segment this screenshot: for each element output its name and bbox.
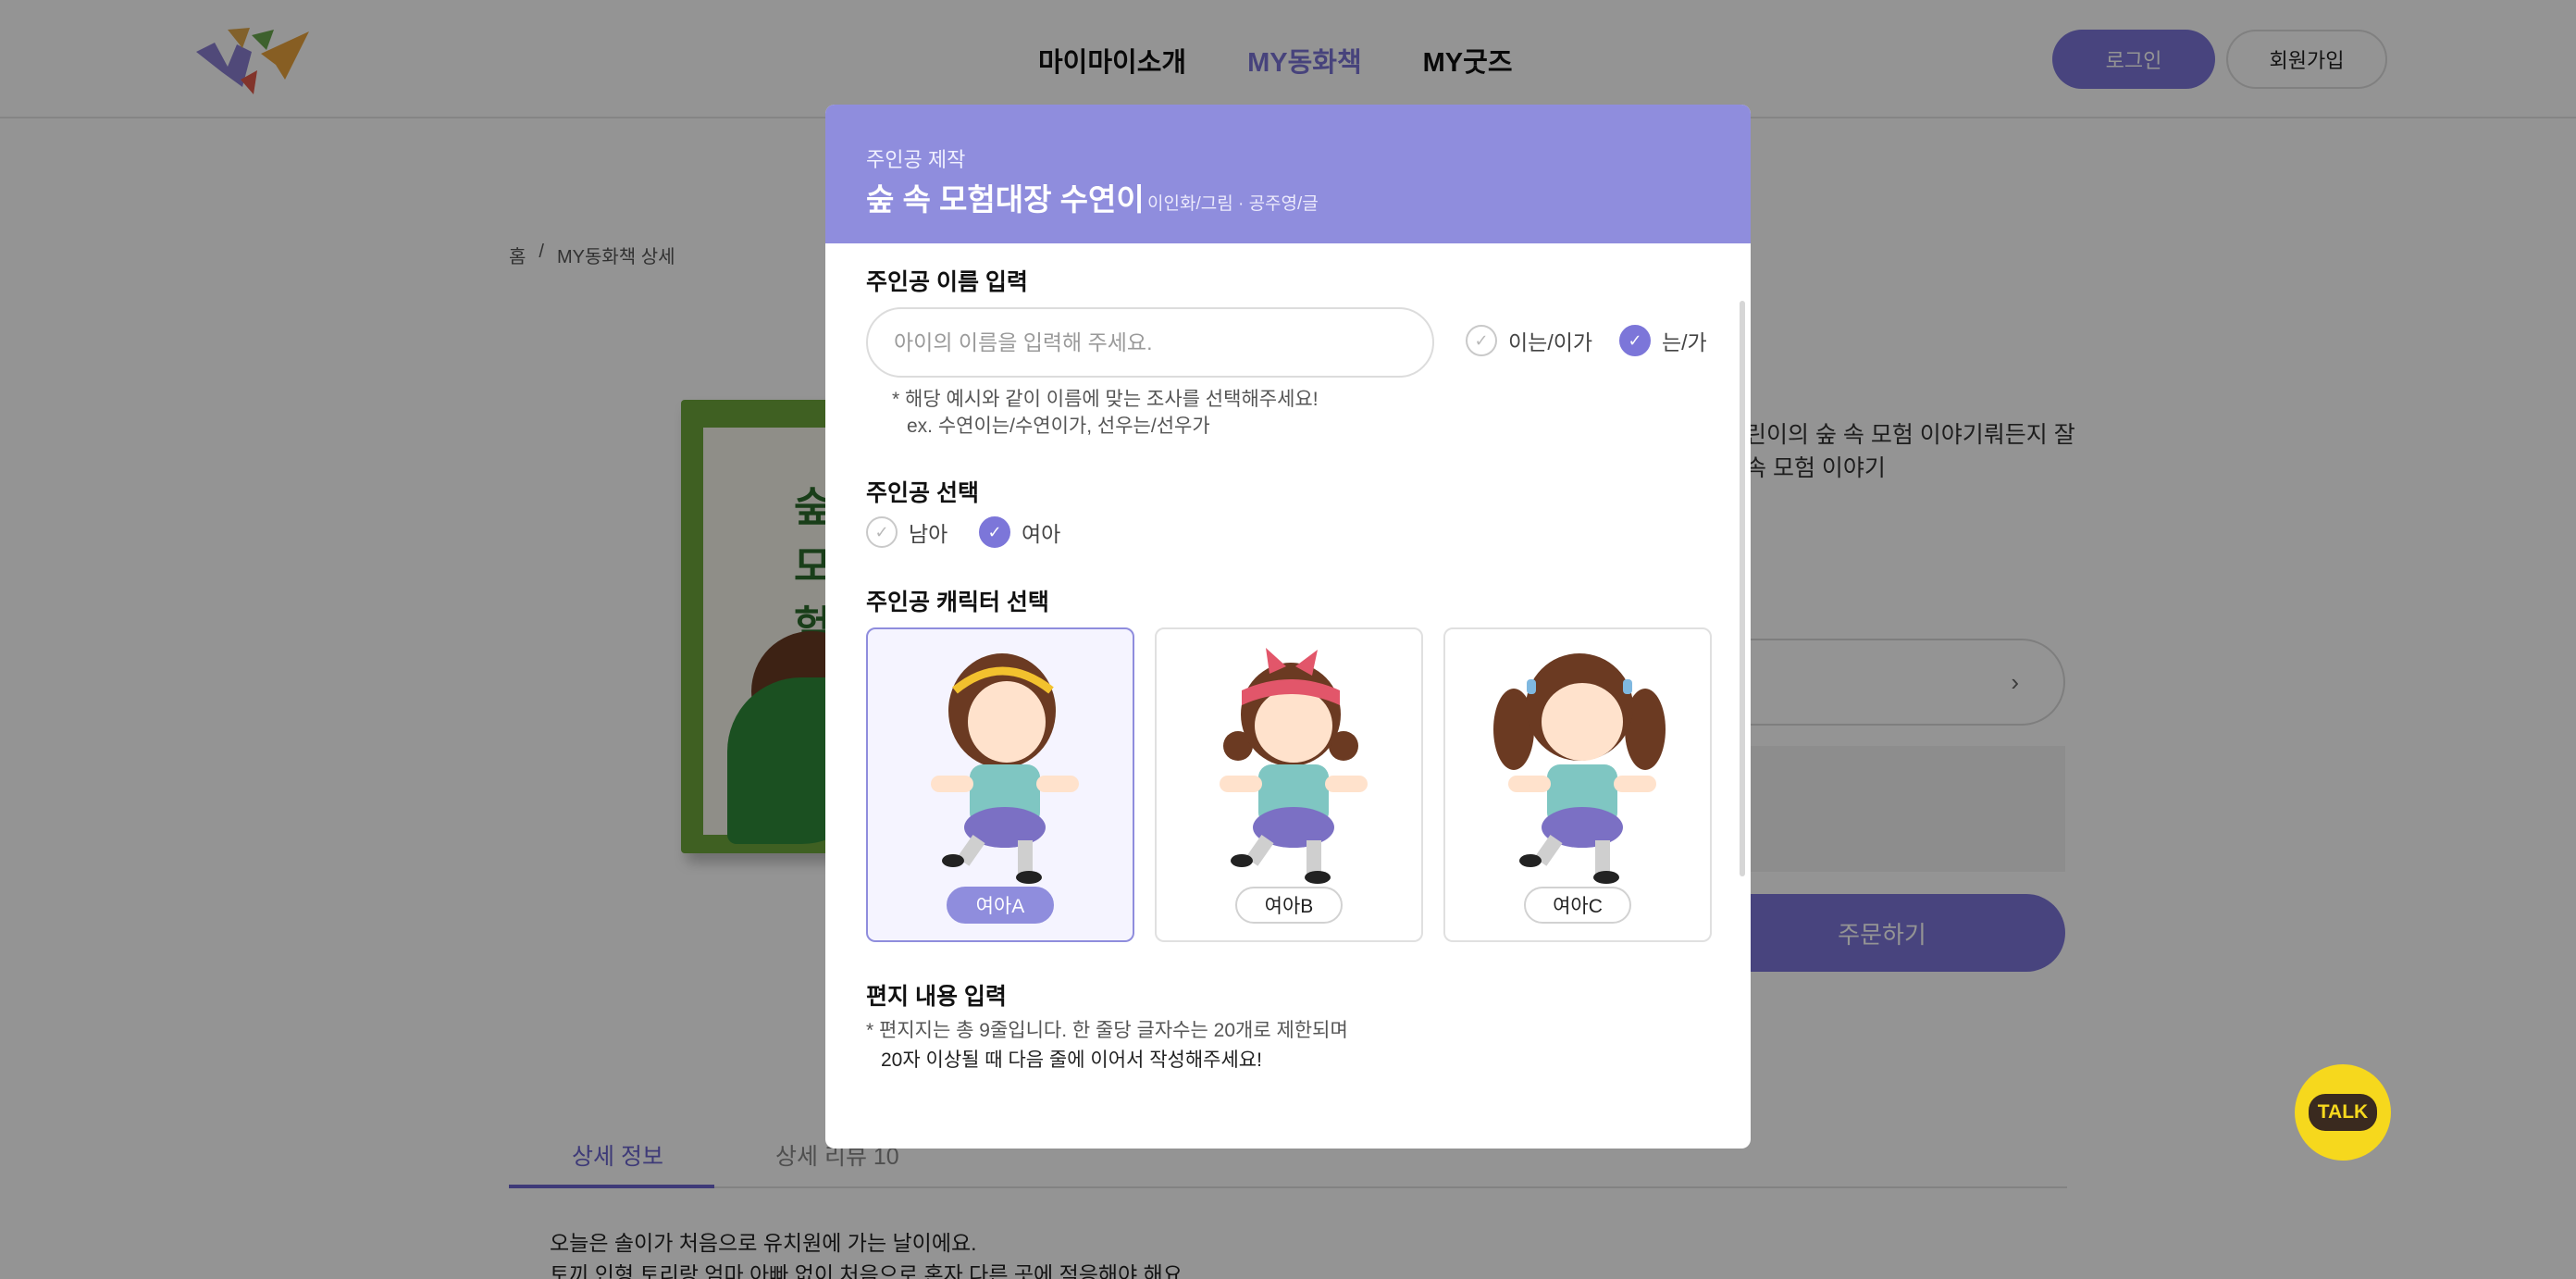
- girl-headband-icon: [931, 653, 1079, 884]
- character-label-c: 여아C: [1524, 887, 1631, 924]
- talk-icon: TALK: [2308, 1094, 2378, 1131]
- character-section-title: 주인공 캐릭터 선택: [866, 590, 1049, 615]
- letter-section-title: 편지 내용 입력: [866, 984, 1007, 1010]
- character-card-c[interactable]: 여아C: [1443, 627, 1712, 942]
- character-label-a: 여아A: [947, 887, 1054, 924]
- modal-scrollbar[interactable]: [1740, 301, 1745, 876]
- name-hint: * 해당 예시와 같이 이름에 맞는 조사를 선택해주세요! ex. 수연이는/…: [892, 389, 1319, 437]
- particle-option-neun[interactable]: ✓ 는/가: [1619, 325, 1707, 356]
- name-section-title: 주인공 이름 입력: [866, 269, 1028, 295]
- gender-section-title: 주인공 선택: [866, 480, 979, 506]
- name-input[interactable]: [866, 307, 1434, 378]
- particle-option-i[interactable]: ✓ 이는/이가: [1466, 325, 1592, 356]
- gender-option-boy[interactable]: ✓ 남아: [866, 516, 947, 548]
- girl-pigtails-icon: [1493, 653, 1666, 884]
- radio-unchecked-icon: ✓: [866, 516, 898, 548]
- checkbox-unchecked-icon: ✓: [1466, 325, 1497, 356]
- modal-author: 이인화/그림 · 공주영/글: [1147, 194, 1319, 214]
- letter-hint: * 편지지는 총 9줄입니다. 한 줄당 글자수는 20개로 제한되며 20자 …: [866, 1020, 1348, 1071]
- modal-title: 숲 속 모험대장 수연이: [866, 182, 1145, 217]
- character-creation-modal: 주인공 제작 숲 속 모험대장 수연이 이인화/그림 · 공주영/글 주인공 이…: [825, 105, 1751, 1149]
- character-card-b[interactable]: 여아B: [1155, 627, 1423, 942]
- checkbox-checked-icon: ✓: [1619, 325, 1651, 356]
- girl-bow-icon: [1220, 648, 1368, 884]
- modal-subtitle: 주인공 제작: [866, 148, 966, 171]
- character-label-b: 여아B: [1235, 887, 1343, 924]
- modal-header: 주인공 제작 숲 속 모험대장 수연이 이인화/그림 · 공주영/글: [825, 105, 1751, 243]
- radio-checked-icon: ✓: [979, 516, 1010, 548]
- character-card-a[interactable]: 여아A: [866, 627, 1134, 942]
- gender-option-girl[interactable]: ✓ 여아: [979, 516, 1060, 548]
- kakao-talk-button[interactable]: TALK: [2295, 1064, 2391, 1161]
